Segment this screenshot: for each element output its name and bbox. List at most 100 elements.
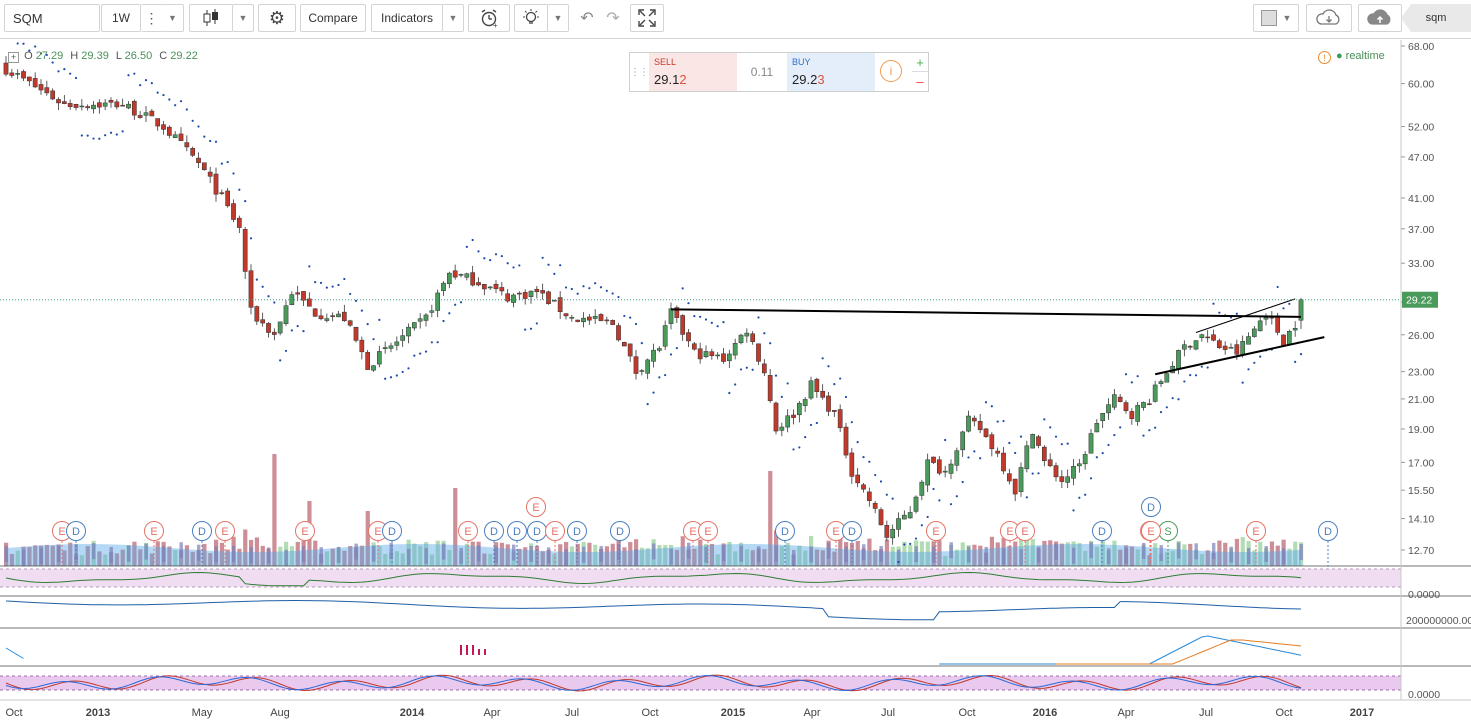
save-chart-button[interactable] xyxy=(1358,4,1402,32)
psar-dot xyxy=(547,263,550,266)
psar-dot xyxy=(226,160,229,164)
psar-dot xyxy=(518,264,521,267)
psar-dot xyxy=(1247,368,1250,371)
close-label: C xyxy=(159,50,168,62)
interval-button[interactable]: 1W xyxy=(101,4,141,32)
psar-dot xyxy=(879,480,883,483)
time-tick-label: Jul xyxy=(1199,707,1213,719)
candle-body xyxy=(977,420,983,431)
candle-body xyxy=(172,134,178,139)
psar-dot xyxy=(605,289,608,292)
osc4-axis-label: 0.0000 xyxy=(1408,689,1440,701)
candle-body xyxy=(388,345,394,349)
psar-dot xyxy=(302,329,305,333)
indicators-dropdown-icon[interactable]: ▼ xyxy=(442,4,464,32)
fullscreen-button[interactable] xyxy=(630,4,664,32)
psar-dot xyxy=(944,438,947,442)
price-tick-label: 26.00 xyxy=(1408,330,1434,342)
redo-button[interactable]: ↷ xyxy=(600,4,626,32)
psar-dot xyxy=(1241,381,1244,384)
drag-handle-icon[interactable]: ⋮⋮ xyxy=(630,53,649,91)
event-marker-label: E xyxy=(464,526,471,538)
interval-dropdown-icon[interactable]: ▼ xyxy=(162,4,184,32)
info-icon[interactable]: i xyxy=(880,60,902,82)
candle-body xyxy=(38,84,44,91)
psar-dot xyxy=(454,303,457,306)
psar-dot xyxy=(360,309,363,312)
psar-dot xyxy=(430,341,433,344)
chart-tab[interactable]: sqm xyxy=(1401,4,1471,32)
load-chart-button[interactable] xyxy=(1306,4,1352,32)
psar-dot xyxy=(891,497,894,500)
candle-body xyxy=(487,286,493,289)
psar-dot xyxy=(990,405,993,408)
event-marker-label: D xyxy=(848,526,856,538)
psar-dot xyxy=(640,342,643,345)
layout-button[interactable]: ▼ xyxy=(1253,4,1299,32)
volume-bar-overlay xyxy=(512,544,516,561)
volume-bar-overlay xyxy=(1282,548,1286,565)
undo-button[interactable]: ↶ xyxy=(574,4,600,32)
psar-dot xyxy=(1212,302,1215,305)
candle-body xyxy=(662,325,668,347)
time-tick-label: 2013 xyxy=(86,707,110,719)
legend-toggle-icon[interactable]: + xyxy=(8,52,19,63)
candle-body xyxy=(1141,402,1146,408)
volume-bar-overlay xyxy=(827,542,831,559)
psar-dot xyxy=(139,84,142,87)
settings-button[interactable]: ⚙ xyxy=(258,4,296,32)
psar-dot xyxy=(1113,433,1116,437)
psar-dot xyxy=(57,70,60,73)
candle-body xyxy=(277,321,283,334)
volume-bar-overlay xyxy=(1142,542,1146,559)
psar-dot xyxy=(273,301,276,304)
time-tick-label: Oct xyxy=(5,707,22,719)
sell-button[interactable]: SELL 29.12 xyxy=(649,53,737,91)
indicators-button[interactable]: Indicators xyxy=(371,4,443,32)
ideas-button[interactable] xyxy=(514,4,548,32)
ideas-dropdown-icon[interactable]: ▼ xyxy=(547,4,569,32)
volume-bar-overlay xyxy=(162,546,166,563)
candle-body xyxy=(423,314,429,321)
candle-body xyxy=(108,100,114,103)
candle-body xyxy=(1275,315,1281,333)
psar-dot xyxy=(1299,353,1303,356)
psar-dot xyxy=(337,283,340,287)
price-tick-label: 15.50 xyxy=(1408,485,1434,497)
candle-body xyxy=(1088,433,1094,454)
candle-body xyxy=(913,496,919,512)
chart-style-dropdown-icon[interactable]: ▼ xyxy=(232,4,254,32)
psar-dot xyxy=(1072,509,1075,512)
gear-icon: ⚙ xyxy=(268,7,286,28)
psar-dot xyxy=(1043,418,1046,421)
candle-body xyxy=(312,308,318,317)
psar-dot xyxy=(681,287,684,290)
candle-body xyxy=(703,351,709,357)
psar-dot xyxy=(984,401,988,404)
volume-bar-overlay xyxy=(1037,546,1041,563)
symbol-search-input[interactable]: SQM xyxy=(4,4,100,32)
chart-canvas[interactable]: EDEDEEEDEDDDEDDEEDEDEEEDESEDEED 0.000020… xyxy=(0,40,1471,720)
psar-dot xyxy=(1142,434,1145,437)
candle-body xyxy=(837,409,843,429)
candle-body xyxy=(1222,345,1228,350)
interval-more-icon[interactable]: ⋮ xyxy=(141,4,163,32)
price-tick-label: 52.00 xyxy=(1408,122,1434,134)
square-icon xyxy=(1260,10,1277,26)
buy-button[interactable]: BUY 29.23 xyxy=(787,53,875,91)
alert-button[interactable]: + xyxy=(468,4,510,32)
psar-dot xyxy=(284,349,288,353)
event-marker-label: E xyxy=(689,526,696,538)
minus-icon[interactable]: – xyxy=(912,72,928,90)
chart-style-button[interactable] xyxy=(189,4,233,32)
compare-button[interactable]: Compare xyxy=(300,4,366,32)
psar-dot xyxy=(109,131,113,134)
warning-icon[interactable]: ! xyxy=(1318,51,1331,64)
event-marker-label: D xyxy=(533,526,541,538)
psar-dot xyxy=(203,135,206,138)
psar-dot xyxy=(384,377,387,380)
psar-dot xyxy=(308,265,311,268)
psar-dot xyxy=(1159,410,1163,414)
psar-dot xyxy=(168,98,171,101)
plus-icon[interactable]: + xyxy=(912,53,928,72)
